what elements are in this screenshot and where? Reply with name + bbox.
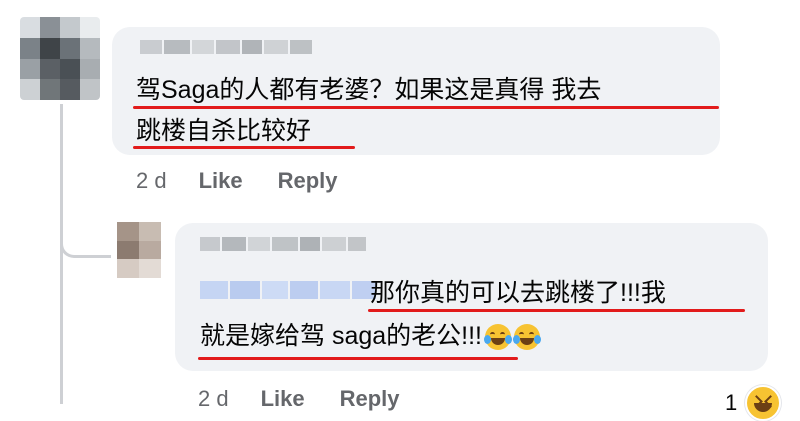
reply-actions: 2 d Like Reply xyxy=(198,386,400,412)
text-underline xyxy=(133,106,719,109)
commenter-avatar[interactable] xyxy=(20,17,100,100)
text-underline xyxy=(368,309,745,312)
reply-button[interactable]: Reply xyxy=(278,168,338,194)
reaction-summary[interactable]: 1 xyxy=(725,385,782,421)
comment-text-line: 驾Saga的人都有老婆？如果这是真得 我去 xyxy=(136,76,602,104)
reply-avatar[interactable] xyxy=(117,222,161,278)
commenter-name-redacted[interactable] xyxy=(140,40,312,54)
text-underline xyxy=(198,357,518,360)
timestamp[interactable]: 2 d xyxy=(198,386,229,412)
reply-button[interactable]: Reply xyxy=(340,386,400,412)
reply-text-line: 那你真的可以去跳楼了!!!我 xyxy=(370,279,666,307)
mention-redacted[interactable] xyxy=(200,281,376,299)
reply-author-name-redacted[interactable] xyxy=(200,237,366,251)
comment-text-line: 跳楼自杀比较好 xyxy=(136,117,312,145)
comment-actions: 2 d Like Reply xyxy=(136,168,338,194)
reaction-count: 1 xyxy=(725,390,738,415)
thread-line-branch xyxy=(60,225,111,258)
text-underline xyxy=(133,146,355,149)
face-with-tears-of-joy-icon xyxy=(484,324,512,351)
like-button[interactable]: Like xyxy=(261,386,305,412)
reply-text-line: 就是嫁给驾 saga的老公!!! xyxy=(200,322,541,351)
grinning-squinting-face-icon xyxy=(745,385,782,421)
timestamp[interactable]: 2 d xyxy=(136,168,167,194)
face-with-tears-of-joy-icon xyxy=(513,324,541,351)
like-button[interactable]: Like xyxy=(199,168,243,194)
thread-line-vertical xyxy=(60,104,63,404)
